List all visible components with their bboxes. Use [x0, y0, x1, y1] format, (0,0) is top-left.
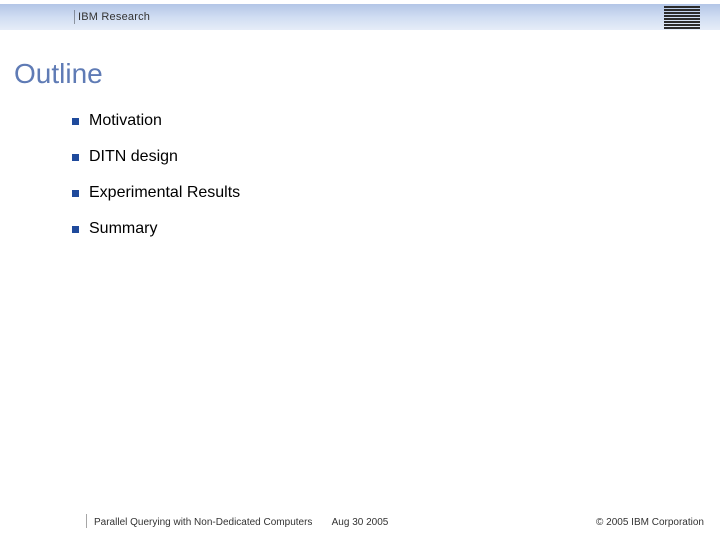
header-band: IBM Research: [0, 4, 720, 30]
list-item-label: Experimental Results: [89, 184, 240, 202]
outline-list: Motivation DITN design Experimental Resu…: [72, 112, 680, 256]
ibm-logo-icon: [664, 6, 700, 29]
footer-left-text: Parallel Querying with Non-Dedicated Com…: [94, 517, 312, 528]
list-item: Experimental Results: [72, 184, 680, 202]
list-item: Motivation: [72, 112, 680, 130]
footer-right-text: © 2005 IBM Corporation: [596, 517, 704, 528]
footer-divider: [86, 514, 87, 528]
header-divider: [74, 10, 75, 24]
list-item-label: Summary: [89, 220, 157, 238]
header-org-label: IBM Research: [78, 11, 150, 23]
list-item: DITN design: [72, 148, 680, 166]
list-item-label: DITN design: [89, 148, 178, 166]
list-item: Summary: [72, 220, 680, 238]
square-bullet-icon: [72, 154, 79, 161]
square-bullet-icon: [72, 226, 79, 233]
slide-title: Outline: [14, 58, 103, 90]
header-inner: IBM Research: [78, 4, 700, 30]
slide: IBM Research Outline Motivation DITN des…: [0, 0, 720, 540]
list-item-label: Motivation: [89, 112, 162, 130]
square-bullet-icon: [72, 118, 79, 125]
square-bullet-icon: [72, 190, 79, 197]
